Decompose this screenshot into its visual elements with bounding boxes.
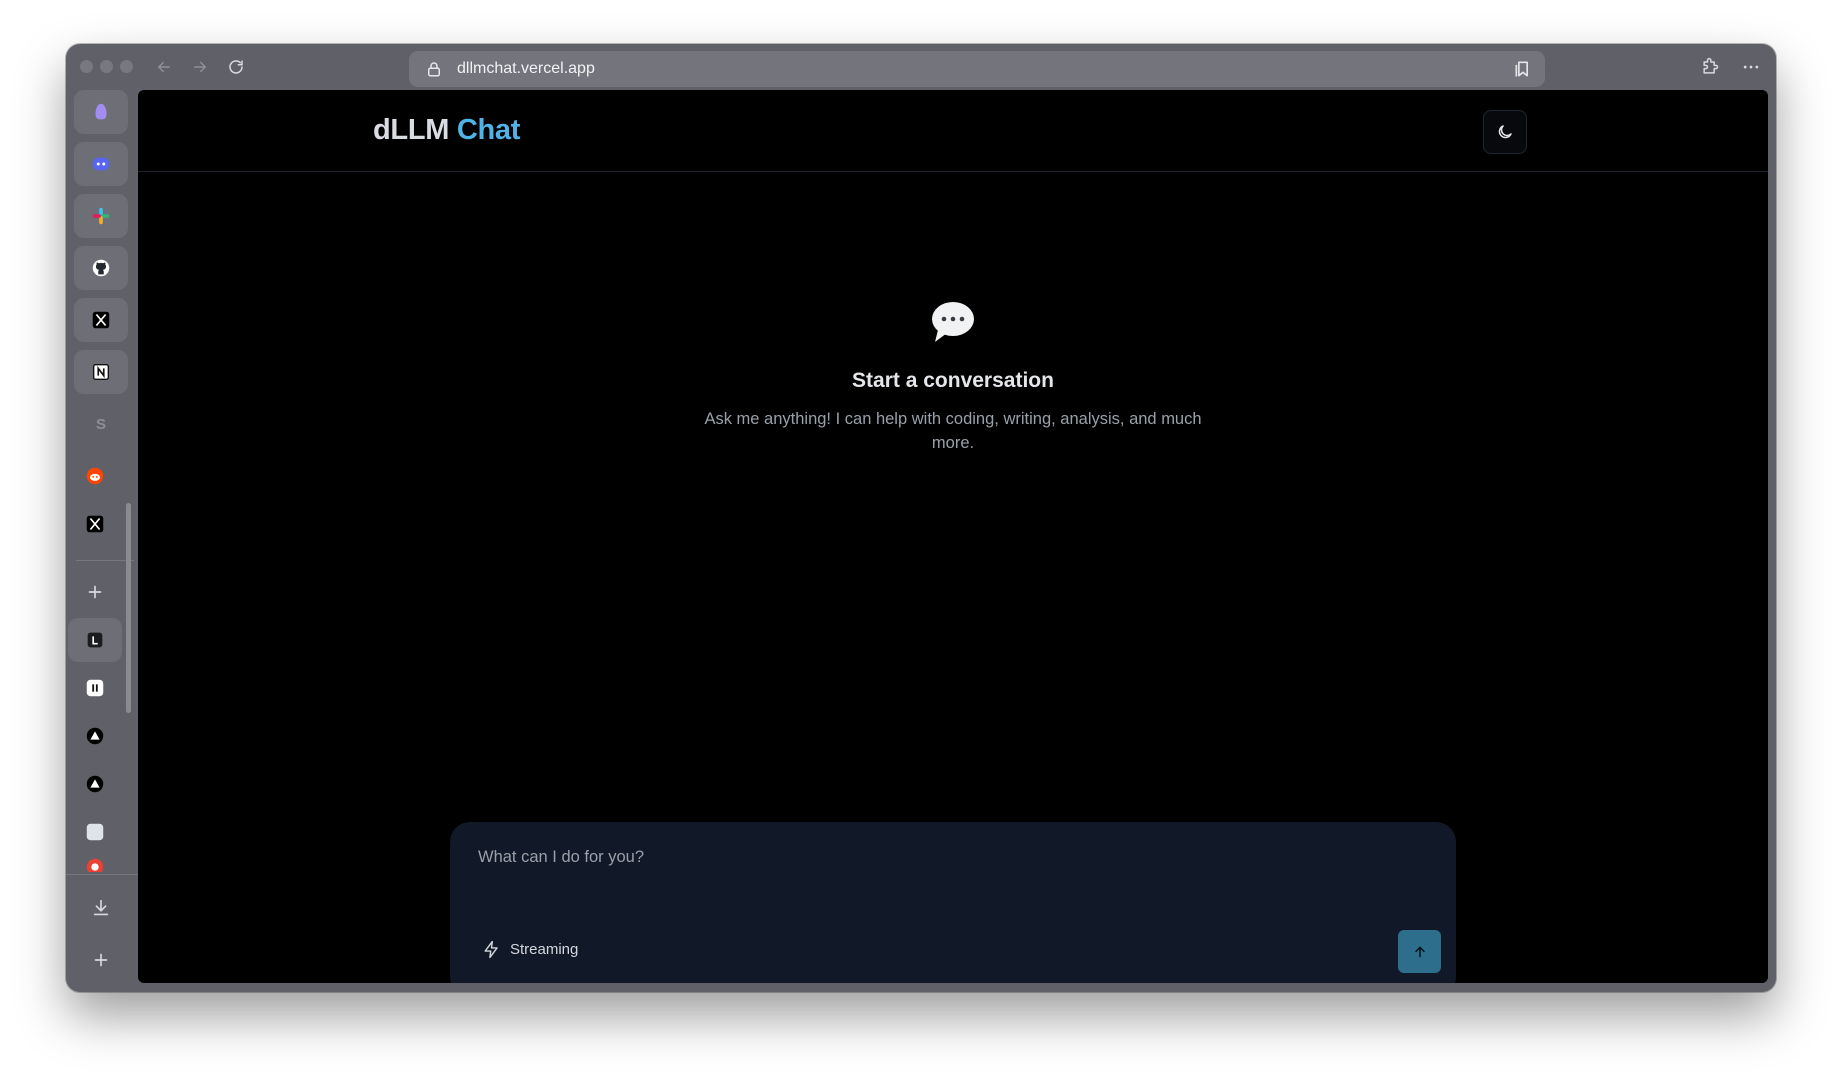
moon-icon <box>1498 125 1512 139</box>
sidebar-item-x-2[interactable] <box>68 502 122 546</box>
back-button[interactable] <box>151 54 177 80</box>
sidebar-item-discord[interactable] <box>74 142 128 186</box>
url-text: dllmchat.vercel.app <box>457 60 595 77</box>
sidebar-divider-bottom <box>66 874 138 875</box>
brand-name-part2: Chat <box>456 114 521 146</box>
plus-icon <box>94 953 108 967</box>
streaming-toggle[interactable]: Streaming <box>482 940 578 959</box>
sidebar: S <box>66 90 138 992</box>
theme-toggle-button[interactable] <box>1483 110 1527 154</box>
discord-icon <box>92 157 110 171</box>
extensions-button[interactable] <box>1698 55 1722 79</box>
vercel-icon <box>86 727 104 745</box>
arrow-up-icon <box>1414 946 1425 957</box>
page-viewport: dLLM Chat Start a conversation Ask me an… <box>138 90 1768 983</box>
download-icon <box>93 899 109 916</box>
puzzle-icon <box>1703 57 1719 74</box>
chrome-icon <box>86 858 104 872</box>
sidebar-item-x[interactable] <box>74 298 128 342</box>
sidebar-item-s[interactable]: S <box>74 402 128 446</box>
sidebar-item-square[interactable] <box>68 810 122 854</box>
reddit-icon <box>86 467 104 485</box>
sidebar-item-linear[interactable] <box>68 618 122 662</box>
empty-state-subtitle: Ask me anything! I can help with coding,… <box>704 410 1202 452</box>
sidebar-item-github[interactable] <box>74 246 128 290</box>
arrow-right-icon <box>194 61 206 73</box>
sidebar-item-reddit[interactable] <box>68 454 122 498</box>
browser-toolbar: dllmchat.vercel.app <box>66 44 1776 90</box>
reload-icon <box>229 60 243 74</box>
brand-name-part1: dLLM <box>373 114 450 146</box>
browser-window: dllmchat.vercel.app S dLLM Chat Start a … <box>66 44 1776 992</box>
linear-icon <box>87 632 103 648</box>
s-letter-icon: S <box>95 415 106 433</box>
sidebar-item-slack[interactable] <box>74 194 128 238</box>
speech-bubble-icon <box>930 300 976 344</box>
reload-button[interactable] <box>223 54 249 80</box>
tab-icon <box>95 103 107 120</box>
x-icon <box>92 311 110 329</box>
app-logo[interactable]: dLLM Chat <box>373 114 520 147</box>
x-icon <box>86 515 104 533</box>
address-bar[interactable]: dllmchat.vercel.app <box>409 51 1545 87</box>
vercel-icon <box>86 775 104 793</box>
sidebar-scrollbar[interactable] <box>126 503 131 713</box>
lightning-icon <box>484 940 498 959</box>
arrow-left-icon <box>158 61 170 73</box>
sidebar-item-notion[interactable] <box>74 350 128 394</box>
minimize-window-button[interactable] <box>100 60 113 73</box>
sidebar-new-item-button[interactable] <box>68 570 122 614</box>
sidebar-item-pause[interactable] <box>68 666 122 710</box>
notion-icon <box>92 363 110 381</box>
empty-state-title: Start a conversation <box>852 369 1054 392</box>
message-input[interactable] <box>478 848 1428 888</box>
sidebar-item-tab[interactable] <box>74 90 128 134</box>
pause-icon <box>86 679 104 697</box>
empty-state: Start a conversation Ask me anything! I … <box>138 300 1768 455</box>
downloads-button[interactable] <box>74 886 128 930</box>
sidebar-item-chrome[interactable] <box>68 850 122 872</box>
forward-button[interactable] <box>187 54 213 80</box>
bookmark-icon[interactable] <box>1513 59 1533 79</box>
github-icon <box>92 259 110 277</box>
app-header: dLLM Chat <box>138 90 1768 172</box>
more-dots-icon <box>1743 65 1759 69</box>
sidebar-item-vercel[interactable] <box>68 714 122 758</box>
lock-icon <box>425 60 443 78</box>
message-composer: Streaming <box>450 822 1456 983</box>
close-window-button[interactable] <box>80 60 93 73</box>
square-icon <box>86 823 104 841</box>
slack-icon <box>92 207 110 225</box>
streaming-label: Streaming <box>510 941 579 958</box>
add-space-button[interactable] <box>74 938 128 982</box>
plus-icon <box>88 585 102 599</box>
sidebar-item-vercel-2[interactable] <box>68 762 122 806</box>
maximize-window-button[interactable] <box>120 60 133 73</box>
more-menu-button[interactable] <box>1739 55 1763 79</box>
send-button[interactable] <box>1398 930 1441 973</box>
